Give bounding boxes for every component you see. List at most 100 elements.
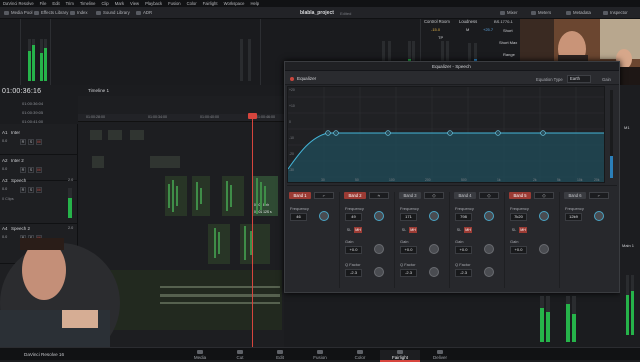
band-4-shape[interactable]: ◇ (479, 192, 499, 199)
band-5-gain-field[interactable]: +0.0 (510, 246, 527, 254)
band-6-frequency-knob[interactable] (594, 211, 604, 221)
band-2-gain-field[interactable]: +0.0 (345, 246, 362, 254)
band-4-gain-field[interactable]: +0.0 (455, 246, 472, 254)
index-button[interactable]: Index (70, 10, 88, 15)
menu-trim[interactable]: Trim (66, 1, 74, 6)
band-6-frequency-field[interactable]: 12k9 (565, 213, 582, 221)
equalizer-window[interactable]: Equalizer - Speech Equalizer Equation Ty… (284, 61, 620, 293)
mixer-button[interactable]: Mixer (500, 10, 518, 15)
page-fusion[interactable]: Fusion (300, 350, 340, 360)
audio-clip[interactable] (90, 130, 102, 140)
audio-clip[interactable] (150, 156, 180, 168)
band-4-frequency-knob[interactable] (484, 211, 494, 221)
band-3-gain-knob[interactable] (429, 244, 439, 254)
band-2-q-field[interactable]: -2.3 (345, 269, 362, 277)
menu-app[interactable]: DaVinci Resolve (3, 1, 34, 6)
menu-playback[interactable]: Playback (145, 1, 162, 6)
band-5-toggle[interactable]: Band 5 (509, 192, 531, 199)
band-4-gain-knob[interactable] (484, 244, 494, 254)
band-3-shape[interactable]: ◇ (424, 192, 444, 199)
inspector-button[interactable]: Inspector (603, 10, 628, 15)
track-header-a1[interactable]: A1 Inter 0.0 R S M (0, 128, 78, 155)
page-color[interactable]: Color (340, 350, 380, 360)
band-3-slope-sl[interactable]: SL (400, 227, 408, 233)
band-1-frequency-knob[interactable] (319, 211, 329, 221)
band-5-shape[interactable]: ◇ (534, 192, 554, 199)
solo-button[interactable]: S (28, 167, 34, 173)
band-3-toggle[interactable]: Band 3 (399, 192, 421, 199)
page-edit[interactable]: Edit (260, 350, 300, 360)
adr-button[interactable]: ADR (136, 10, 152, 15)
mute-button[interactable]: M (36, 187, 42, 193)
band-1-toggle[interactable]: Band 1 (289, 192, 311, 199)
band-5-slope-mh[interactable]: MH (519, 227, 527, 233)
playhead-handle[interactable] (248, 113, 257, 119)
band-6-shape[interactable]: ⌐ (589, 192, 609, 199)
menu-mark[interactable]: Mark (115, 1, 124, 6)
solo-button[interactable]: S (28, 139, 34, 145)
band-4-frequency-field[interactable]: 798 (455, 213, 472, 221)
band-5-gain-knob[interactable] (539, 244, 549, 254)
band-3-slope-mh[interactable]: MH (409, 227, 417, 233)
band-1-frequency-field[interactable]: 46 (290, 213, 307, 221)
menu-help[interactable]: Help (250, 1, 259, 6)
record-arm-button[interactable]: R (20, 167, 26, 173)
band-4-q-field[interactable]: -2.3 (455, 269, 472, 277)
playhead[interactable] (252, 114, 253, 360)
band-2-q-knob[interactable] (374, 267, 384, 277)
band-2-slope-sl[interactable]: SL (345, 227, 353, 233)
menu-view[interactable]: View (130, 1, 139, 6)
solo-button[interactable]: S (28, 187, 34, 193)
effects-library-button[interactable]: Effects Library (34, 10, 68, 15)
eq-response-graph[interactable] (287, 86, 605, 183)
menu-edit[interactable]: Edit (52, 1, 59, 6)
band-2-shape[interactable]: ≈ (369, 192, 389, 199)
band-5-frequency-field[interactable]: 7k20 (510, 213, 527, 221)
menu-workspace[interactable]: Workspace (224, 1, 245, 6)
band-3-q-field[interactable]: -2.3 (400, 269, 417, 277)
band-3-frequency-knob[interactable] (429, 211, 439, 221)
menu-fairlight[interactable]: Fairlight (203, 1, 218, 6)
timeline-name[interactable]: Timeline 1 (88, 88, 109, 93)
band-6-toggle[interactable]: Band 6 (564, 192, 586, 199)
audio-clip[interactable] (130, 130, 144, 140)
band-4-toggle[interactable]: Band 4 (454, 192, 476, 199)
menu-color[interactable]: Color (187, 1, 197, 6)
band-2-frequency-knob[interactable] (374, 211, 384, 221)
band-2-toggle[interactable]: Band 2 (344, 192, 366, 199)
band-2-frequency-field[interactable]: 49 (345, 213, 362, 221)
band-2-gain-knob[interactable] (374, 244, 384, 254)
eq-titlebar[interactable]: Equalizer - Speech (285, 62, 619, 71)
page-media[interactable]: Media (180, 350, 220, 360)
band-3-gain-field[interactable]: +0.0 (400, 246, 417, 254)
menu-file[interactable]: File (40, 1, 47, 6)
eq-enable-toggle[interactable] (290, 77, 294, 81)
eq-type-dropdown[interactable]: Earth (567, 75, 591, 83)
record-arm-button[interactable]: R (20, 139, 26, 145)
mute-button[interactable]: M (36, 167, 42, 173)
metadata-button[interactable]: Metadata (566, 10, 591, 15)
menu-clip[interactable]: Clip (102, 1, 109, 6)
page-cut[interactable]: Cut (220, 350, 260, 360)
meters-button[interactable]: Meters (531, 10, 551, 15)
track-header-a3[interactable]: A3 Speech 0.0 R S M 0 Clips 2.0 (0, 176, 78, 224)
band-4-q-knob[interactable] (484, 267, 494, 277)
media-pool-button[interactable]: Media Pool (4, 10, 33, 15)
menu-timeline[interactable]: Timeline (80, 1, 96, 6)
audio-clip[interactable] (108, 130, 122, 140)
menu-fusion[interactable]: Fusion (168, 1, 181, 6)
page-deliver[interactable]: Deliver (420, 350, 460, 360)
band-5-frequency-knob[interactable] (539, 211, 549, 221)
band-4-slope-mh[interactable]: MH (464, 227, 472, 233)
band-1-shape[interactable]: ⌐ (314, 192, 334, 199)
page-fairlight[interactable]: Fairlight (380, 350, 420, 362)
band-2-slope-mh[interactable]: MH (354, 227, 362, 233)
record-arm-button[interactable]: R (20, 187, 26, 193)
mute-button[interactable]: M (36, 139, 42, 145)
sound-library-button[interactable]: Sound Library (96, 10, 130, 15)
audio-clip[interactable] (92, 156, 104, 168)
band-3-q-knob[interactable] (429, 267, 439, 277)
band-4-slope-sl[interactable]: SL (455, 227, 463, 233)
band-3-frequency-field[interactable]: 171 (400, 213, 417, 221)
band-5-slope-sl[interactable]: SL (510, 227, 518, 233)
